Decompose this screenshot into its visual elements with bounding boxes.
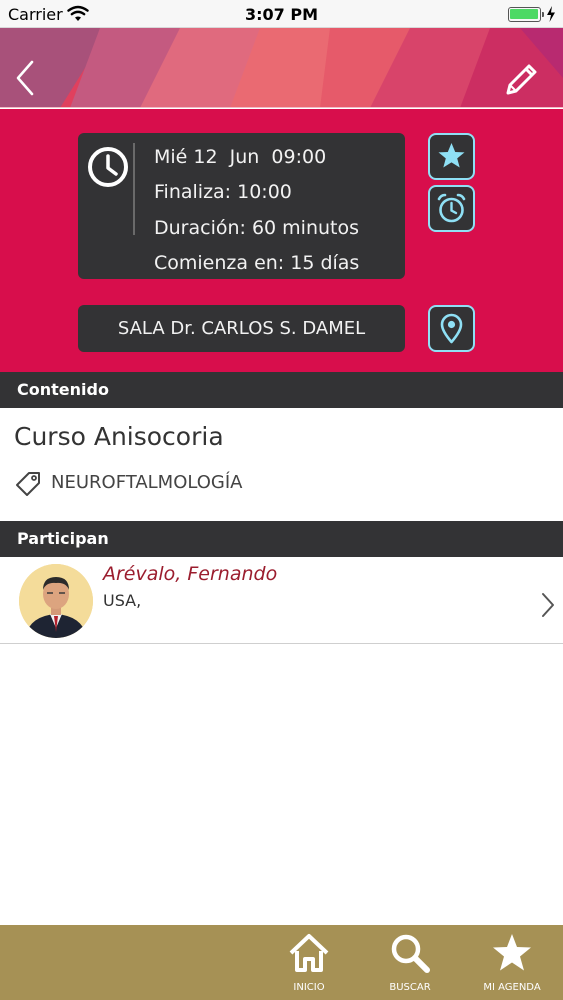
favorite-button[interactable] xyxy=(428,133,475,180)
tab-bar: INICIO BUSCAR MI AGENDA xyxy=(0,925,563,1000)
topic-label: NEUROFTALMOLOGÍA xyxy=(51,472,243,493)
search-icon xyxy=(391,934,430,973)
tab-label: BUSCAR xyxy=(389,982,431,993)
room-label: SALA Dr. CARLOS S. DAMEL xyxy=(78,305,405,352)
event-title: Curso Anisocoria xyxy=(14,422,224,451)
participant-country: USA, xyxy=(103,591,142,610)
person-photo xyxy=(19,564,93,638)
card-divider xyxy=(133,143,135,235)
alarm-button[interactable] xyxy=(428,185,475,232)
pencil-icon xyxy=(506,64,537,95)
tab-label: INICIO xyxy=(293,982,325,993)
session-info-panel: Mié 12 Jun 09:00 Finaliza: 10:00 Duració… xyxy=(0,109,563,372)
tag-icon xyxy=(16,472,40,496)
chevron-left-icon xyxy=(16,60,34,96)
session-starts-in: Comienza en: 15 días xyxy=(154,252,360,274)
charging-bolt-icon xyxy=(547,6,555,22)
nav-header xyxy=(0,28,563,108)
content-section-header: Contenido xyxy=(0,372,563,408)
back-button[interactable] xyxy=(12,58,40,98)
participant-row[interactable]: Arévalo, Fernando USA, xyxy=(0,558,563,644)
schedule-card: Mié 12 Jun 09:00 Finaliza: 10:00 Duració… xyxy=(78,133,405,279)
location-button[interactable] xyxy=(428,305,475,352)
participant-name: Arévalo, Fernando xyxy=(103,563,278,585)
avatar xyxy=(19,564,93,638)
chevron-right-icon xyxy=(542,593,554,617)
map-pin-icon xyxy=(440,313,463,344)
clock-icon xyxy=(88,147,128,187)
session-end: Finaliza: 10:00 xyxy=(154,181,292,203)
edit-button[interactable] xyxy=(502,59,542,99)
header-background xyxy=(0,28,563,107)
session-duration: Duración: 60 minutos xyxy=(154,217,360,239)
tab-buscar[interactable]: BUSCAR xyxy=(370,925,450,1000)
star-icon xyxy=(493,934,531,971)
battery-icon xyxy=(508,7,544,22)
tab-mi-agenda[interactable]: MI AGENDA xyxy=(472,925,552,1000)
clock-time: 3:07 PM xyxy=(244,5,318,24)
tab-label: MI AGENDA xyxy=(483,982,541,993)
participants-section-header: Participan xyxy=(0,521,563,557)
star-icon xyxy=(438,143,465,168)
tab-inicio[interactable]: INICIO xyxy=(269,925,349,1000)
home-icon xyxy=(289,934,329,972)
session-date: Mié 12 Jun 09:00 xyxy=(154,146,327,168)
status-bar: Carrier 3:07 PM xyxy=(0,0,563,28)
alarm-clock-icon xyxy=(437,193,466,223)
